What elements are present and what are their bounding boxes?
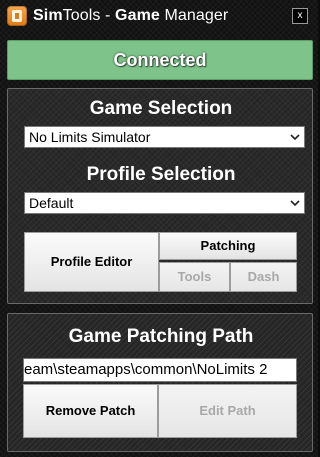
tools-button[interactable]: Tools bbox=[159, 262, 230, 292]
title-part-tools: Tools - bbox=[62, 7, 116, 24]
profile-select-dropdown[interactable]: Default bbox=[24, 192, 305, 214]
remove-patch-button[interactable]: Remove Patch bbox=[23, 384, 158, 438]
game-select-dropdown[interactable]: No Limits Simulator bbox=[24, 126, 305, 148]
game-profile-panel: Game Selection No Limits Simulator Profi… bbox=[7, 88, 313, 304]
chevron-down-icon bbox=[290, 134, 300, 141]
profile-select-value: Default bbox=[29, 195, 74, 211]
window-title: SimTools - Game Manager bbox=[33, 6, 228, 26]
connection-status-bar: Connected bbox=[7, 40, 313, 80]
game-selection-heading: Game Selection bbox=[89, 98, 233, 119]
profile-selection-heading: Profile Selection bbox=[86, 164, 236, 185]
title-bar: SimTools - Game Manager x bbox=[0, 0, 318, 34]
game-select-value: No Limits Simulator bbox=[29, 129, 151, 145]
game-manager-window: SimTools - Game Manager x Connected Game… bbox=[0, 0, 318, 457]
dash-button[interactable]: Dash bbox=[230, 262, 297, 292]
patching-button[interactable]: Patching bbox=[159, 232, 297, 260]
patching-path-value: eam\steamapps\common\NoLimits 2 bbox=[24, 361, 268, 378]
title-part-game: Game bbox=[115, 7, 160, 24]
simtools-app-icon bbox=[7, 6, 27, 26]
title-part-manager: Manager bbox=[159, 7, 229, 24]
title-part-sim: Sim bbox=[33, 7, 63, 24]
patching-path-input[interactable]: eam\steamapps\common\NoLimits 2 bbox=[23, 358, 297, 382]
edit-path-button[interactable]: Edit Path bbox=[158, 384, 297, 438]
profile-editor-button[interactable]: Profile Editor bbox=[24, 232, 159, 292]
game-patching-path-heading: Game Patching Path bbox=[68, 326, 254, 347]
close-button[interactable]: x bbox=[292, 8, 308, 24]
chevron-down-icon bbox=[290, 200, 300, 207]
